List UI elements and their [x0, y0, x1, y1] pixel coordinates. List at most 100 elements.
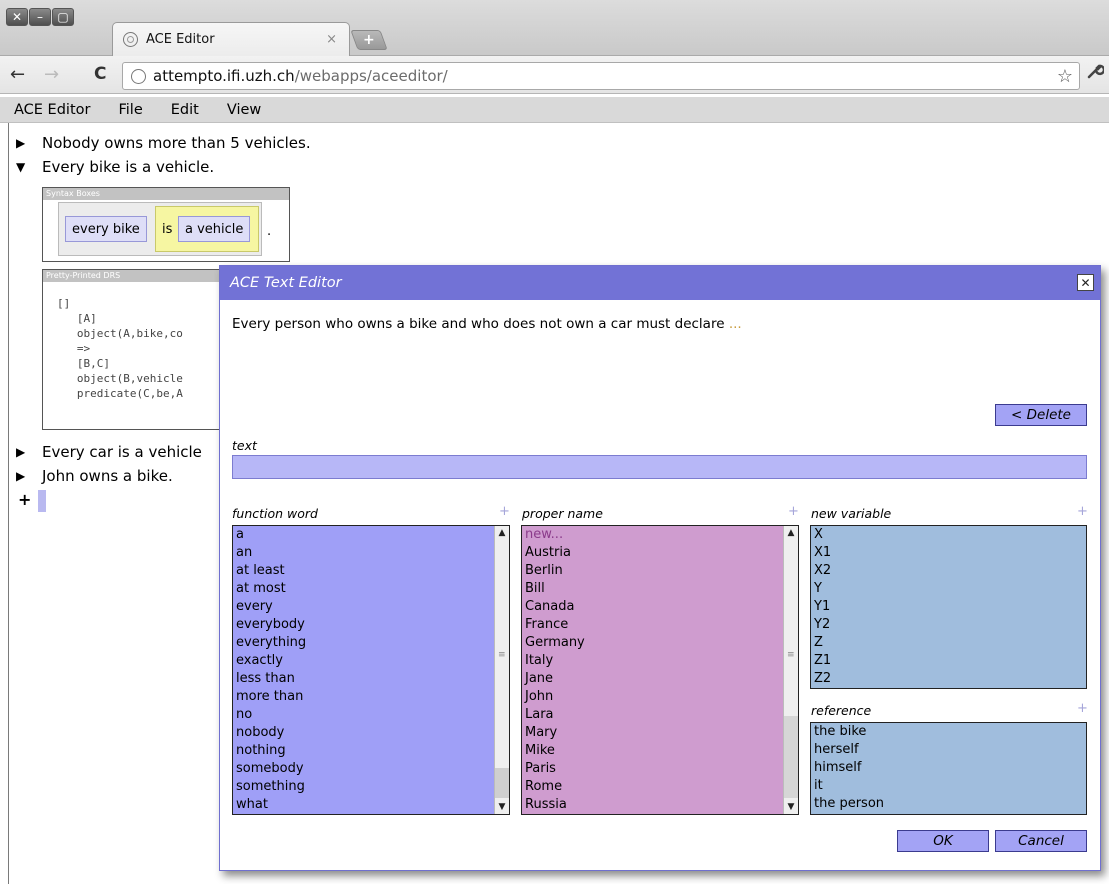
list-item[interactable]: X1: [814, 544, 1086, 562]
list-item[interactable]: Canada: [525, 598, 798, 616]
list-item[interactable]: more than: [236, 688, 509, 706]
list-item[interactable]: it: [814, 777, 1086, 795]
drs-line: =>: [57, 342, 91, 355]
scroll-grip-icon[interactable]: ≡: [498, 650, 506, 660]
collapsed-triangle-icon[interactable]: ▶: [16, 469, 42, 483]
new-variable-list[interactable]: X X1 X2 Y Y1 Y2 Z Z1 Z2: [810, 525, 1087, 689]
back-arrow-icon[interactable]: ←: [10, 64, 25, 85]
list-item[interactable]: Rome: [525, 778, 798, 796]
scroll-thumb[interactable]: [495, 768, 509, 798]
plus-icon[interactable]: +: [499, 504, 510, 519]
list-item[interactable]: at least: [236, 562, 509, 580]
list-item[interactable]: exactly: [236, 652, 509, 670]
list-item[interactable]: herself: [814, 741, 1086, 759]
ace-text-editor-dialog: ACE Text Editor ✕ Every person who owns …: [219, 265, 1101, 871]
scroll-down-icon[interactable]: ▼: [495, 800, 509, 814]
collapsed-triangle-icon[interactable]: ▶: [16, 445, 42, 459]
address-bar[interactable]: attempto.ifi.uzh.ch /webapps/aceeditor/ …: [122, 62, 1080, 90]
list-item[interactable]: Z1: [814, 652, 1086, 670]
reload-icon[interactable]: C: [94, 64, 106, 84]
scroll-thumb[interactable]: [784, 716, 798, 798]
maximize-window-icon[interactable]: ▢: [52, 8, 74, 26]
list-item[interactable]: Mike: [525, 742, 798, 760]
list-item[interactable]: Y2: [814, 616, 1086, 634]
list-item[interactable]: every: [236, 598, 509, 616]
list-item[interactable]: himself: [814, 759, 1086, 777]
list-item[interactable]: Y: [814, 580, 1086, 598]
list-item[interactable]: something: [236, 778, 509, 796]
list-item[interactable]: Lara: [525, 706, 798, 724]
list-item[interactable]: Russia: [525, 796, 798, 814]
new-sentence-cursor[interactable]: [38, 490, 46, 512]
delete-button[interactable]: < Delete: [995, 404, 1087, 426]
scrollbar[interactable]: ▲ ≡ ▼: [783, 526, 798, 814]
list-item[interactable]: Z2: [814, 670, 1086, 688]
list-item[interactable]: Italy: [525, 652, 798, 670]
list-item[interactable]: Bill: [525, 580, 798, 598]
plus-icon[interactable]: +: [788, 504, 799, 519]
text-field-label: text: [232, 438, 257, 453]
menu-edit[interactable]: Edit: [157, 102, 213, 118]
list-item[interactable]: nothing: [236, 742, 509, 760]
function-word-list[interactable]: a an at least at most every everybody everythi…: [232, 525, 510, 815]
syntax-tree: every bike is a vehicle: [58, 202, 262, 256]
sentence-row[interactable]: ▶ Every car is a vehicle: [16, 443, 202, 461]
list-item[interactable]: Y1: [814, 598, 1086, 616]
menu-view[interactable]: View: [213, 102, 275, 118]
scroll-up-icon[interactable]: ▲: [495, 526, 509, 540]
menu-ace-editor[interactable]: ACE Editor: [0, 102, 104, 118]
new-tab-button[interactable]: +: [350, 30, 388, 50]
reference-list[interactable]: the bike herself himself it the person: [810, 722, 1087, 815]
list-item[interactable]: X2: [814, 562, 1086, 580]
close-icon[interactable]: ✕: [1077, 274, 1094, 291]
sentence-row[interactable]: ▶ John owns a bike.: [16, 467, 173, 485]
list-item[interactable]: Germany: [525, 634, 798, 652]
list-item[interactable]: no: [236, 706, 509, 724]
minimize-window-icon[interactable]: –: [29, 8, 51, 26]
ok-button[interactable]: OK: [897, 830, 989, 852]
cancel-button[interactable]: Cancel: [995, 830, 1087, 852]
scrollbar[interactable]: ▲ ≡ ▼: [494, 526, 509, 814]
list-item[interactable]: Berlin: [525, 562, 798, 580]
list-item[interactable]: Paris: [525, 760, 798, 778]
list-item[interactable]: the bike: [814, 723, 1086, 741]
menu-file[interactable]: File: [104, 102, 156, 118]
add-sentence-icon[interactable]: +: [18, 490, 31, 509]
list-item[interactable]: the person: [814, 795, 1086, 813]
list-item[interactable]: at most: [236, 580, 509, 598]
close-window-icon[interactable]: ✕: [6, 8, 28, 26]
list-item[interactable]: X: [814, 526, 1086, 544]
sentence-row[interactable]: ▼ Every bike is a vehicle.: [16, 158, 214, 176]
forward-arrow-icon[interactable]: →: [44, 64, 59, 85]
browser-tab[interactable]: ACE Editor ×: [112, 22, 350, 56]
scroll-up-icon[interactable]: ▲: [784, 526, 798, 540]
list-item[interactable]: John: [525, 688, 798, 706]
list-item[interactable]: Mary: [525, 724, 798, 742]
tab-close-icon[interactable]: ×: [326, 32, 337, 47]
list-item[interactable]: everything: [236, 634, 509, 652]
list-item[interactable]: an: [236, 544, 509, 562]
drs-line: predicate(C,be,A: [57, 387, 183, 400]
scroll-down-icon[interactable]: ▼: [784, 800, 798, 814]
wrench-menu-icon[interactable]: [1086, 62, 1106, 85]
list-item[interactable]: new...: [525, 526, 798, 544]
list-item[interactable]: somebody: [236, 760, 509, 778]
proper-name-list[interactable]: new... Austria Berlin Bill Canada France Germa…: [521, 525, 799, 815]
list-item[interactable]: nobody: [236, 724, 509, 742]
list-item[interactable]: less than: [236, 670, 509, 688]
list-item[interactable]: Jane: [525, 670, 798, 688]
sentence-row[interactable]: ▶ Nobody owns more than 5 vehicles.: [16, 134, 311, 152]
plus-icon[interactable]: +: [1077, 701, 1088, 716]
list-item[interactable]: France: [525, 616, 798, 634]
list-item[interactable]: Austria: [525, 544, 798, 562]
list-item[interactable]: Z: [814, 634, 1086, 652]
scroll-grip-icon[interactable]: ≡: [787, 650, 795, 660]
text-input[interactable]: [232, 455, 1087, 479]
expanded-triangle-icon[interactable]: ▼: [16, 160, 42, 174]
list-item[interactable]: a: [236, 526, 509, 544]
list-item[interactable]: everybody: [236, 616, 509, 634]
plus-icon[interactable]: +: [1077, 504, 1088, 519]
list-item[interactable]: what: [236, 796, 509, 814]
bookmark-star-icon[interactable]: ☆: [1057, 66, 1073, 87]
collapsed-triangle-icon[interactable]: ▶: [16, 136, 42, 150]
